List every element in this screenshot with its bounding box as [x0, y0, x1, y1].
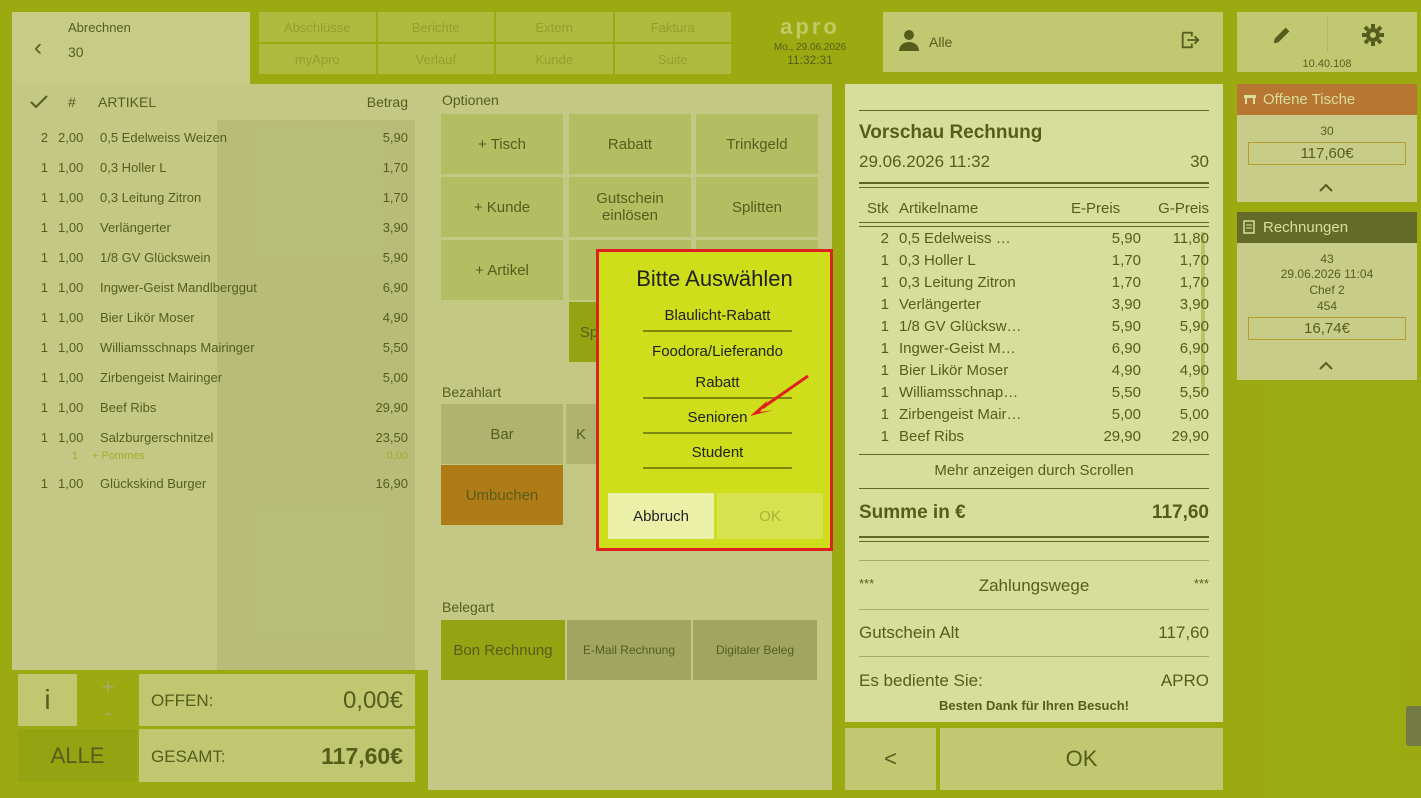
- option-blaulicht-rabatt[interactable]: Blaulicht-Rabatt: [643, 301, 792, 332]
- option-student[interactable]: Student: [643, 438, 792, 469]
- dialog-ok-button[interactable]: OK: [717, 493, 823, 539]
- option-foodora-lieferando[interactable]: Foodora/Lieferando: [643, 336, 792, 367]
- dialog-title: Bitte Auswählen: [636, 266, 793, 291]
- dialog-cancel-button[interactable]: Abbruch: [608, 493, 714, 539]
- red-arrow-annotation: [750, 374, 809, 416]
